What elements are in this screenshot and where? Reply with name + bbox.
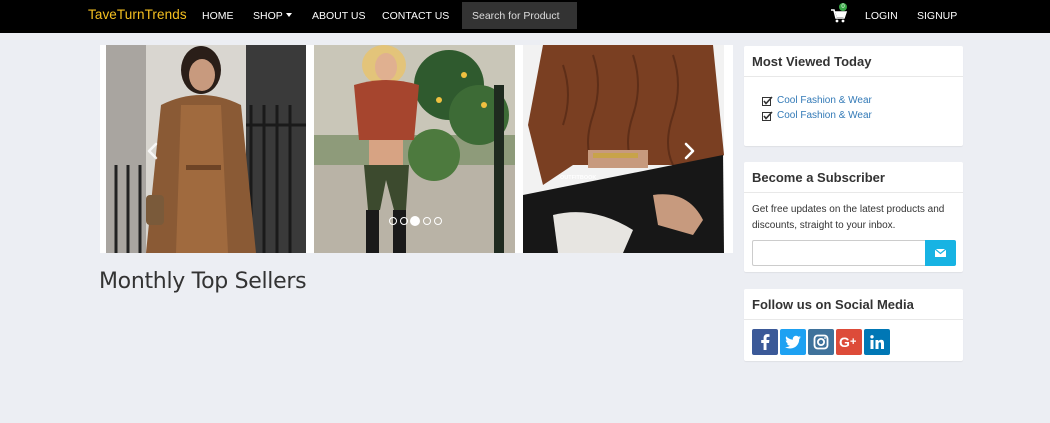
checkbox-icon (762, 111, 773, 121)
subscribe-panel: Become a Subscriber Get free updates on … (744, 162, 963, 272)
nav-about[interactable]: ABOUT US (312, 10, 365, 22)
instagram-icon (813, 334, 829, 350)
top-navbar: TaveTurnTrends HOME SHOP ABOUT US CONTAC… (0, 0, 1050, 33)
most-viewed-item-label: Cool Fashion & Wear (777, 95, 872, 106)
nav-shop[interactable]: SHOP (253, 10, 292, 22)
most-viewed-panel: Most Viewed Today Cool Fashion & Wear Co… (744, 46, 963, 146)
subscribe-button[interactable] (925, 240, 956, 266)
checkbox-icon (762, 96, 773, 106)
envelope-icon (934, 248, 947, 257)
search-input[interactable] (462, 2, 577, 29)
carousel-dot-active[interactable] (410, 216, 420, 226)
carousel-slide-1[interactable] (106, 45, 306, 253)
instagram-button[interactable] (808, 329, 834, 355)
social-panel: Follow us on Social Media G + (744, 289, 963, 361)
email-field[interactable] (752, 240, 925, 266)
most-viewed-title: Most Viewed Today (744, 46, 963, 77)
product-carousel[interactable]: OUTFITBOOK (100, 45, 733, 253)
social-title: Follow us on Social Media (744, 289, 963, 320)
twitter-icon (785, 335, 801, 349)
twitter-button[interactable] (780, 329, 806, 355)
nav-shop-label: SHOP (253, 10, 283, 22)
section-title: Monthly Top Sellers (99, 269, 307, 294)
google-plus-button[interactable]: G + (836, 329, 862, 355)
carousel-next-icon[interactable] (684, 142, 696, 160)
carousel-dot[interactable] (400, 217, 408, 225)
cart-icon[interactable] (830, 8, 848, 24)
carousel-prev-icon[interactable] (146, 142, 158, 160)
linkedin-button[interactable] (864, 329, 890, 355)
subscribe-title: Become a Subscriber (744, 162, 963, 193)
cart-count-badge: 0 (839, 3, 847, 11)
svg-text:+: + (850, 336, 856, 348)
svg-text:G: G (839, 334, 850, 350)
login-link[interactable]: LOGIN (865, 10, 898, 22)
facebook-button[interactable] (752, 329, 778, 355)
signup-link[interactable]: SIGNUP (917, 10, 957, 22)
caret-down-icon (285, 13, 292, 17)
linkedin-icon (870, 335, 884, 349)
most-viewed-item-label: Cool Fashion & Wear (777, 110, 872, 121)
carousel-dot[interactable] (434, 217, 442, 225)
carousel-dot[interactable] (423, 217, 431, 225)
nav-home[interactable]: HOME (202, 10, 234, 22)
subscribe-description: Get free updates on the latest products … (752, 204, 945, 231)
slide-caption: OUTFITBOOK (560, 175, 597, 181)
facebook-icon (761, 334, 770, 350)
google-plus-icon: G + (839, 334, 856, 350)
carousel-dot[interactable] (389, 217, 397, 225)
brand-logo[interactable]: TaveTurnTrends (88, 7, 187, 22)
nav-contact[interactable]: CONTACT US (382, 10, 449, 22)
slide-image-coat (106, 45, 306, 253)
